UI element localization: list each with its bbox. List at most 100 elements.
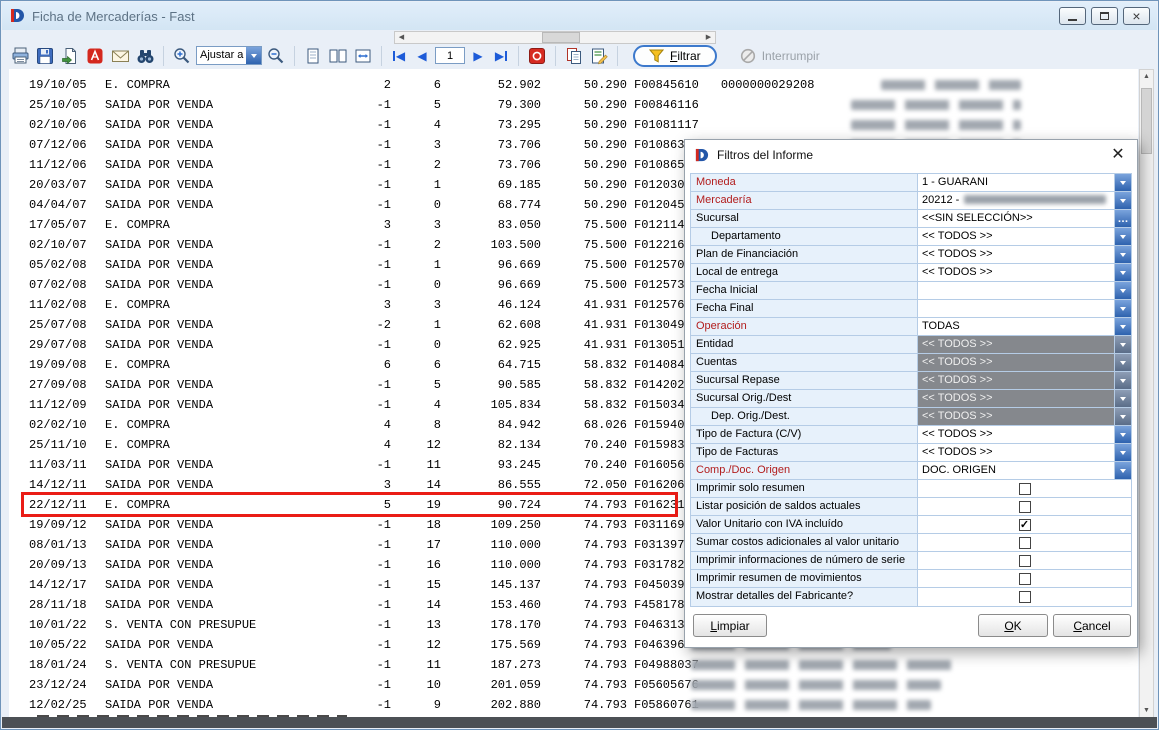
close-button[interactable]: × (1123, 7, 1150, 25)
print-button[interactable] (9, 45, 31, 67)
field-value[interactable]: <<SIN SELECCIÓN>>… (917, 210, 1131, 227)
page-width-view-button[interactable] (352, 45, 374, 67)
field-value[interactable] (917, 588, 1131, 606)
ok-button[interactable]: OK (978, 614, 1048, 637)
dropdown-arrow[interactable] (1114, 174, 1131, 191)
fit-dropdown[interactable]: Ajustar a (196, 46, 262, 65)
checkbox[interactable] (1018, 554, 1031, 567)
zoom-out-button[interactable] (265, 45, 287, 67)
prev-page-button[interactable]: ◀ (412, 46, 432, 66)
maximize-button[interactable] (1091, 7, 1118, 25)
maximize-icon (1100, 12, 1109, 20)
dialog-close-button[interactable]: ✕ (1108, 147, 1128, 163)
scroll-right-icon[interactable]: ▶ (702, 32, 715, 43)
fit-dropdown-arrow[interactable] (246, 47, 261, 64)
scrollbar-thumb[interactable] (542, 32, 580, 43)
dropdown-arrow[interactable] (1114, 462, 1131, 479)
cell-date: 07/12/06 (29, 138, 87, 152)
minimize-button[interactable] (1059, 7, 1086, 25)
filter-button[interactable]: Filtrar (633, 44, 717, 67)
edit-button[interactable] (588, 45, 610, 67)
checkbox[interactable] (1018, 500, 1031, 513)
field-value[interactable]: << TODOS >> (917, 264, 1131, 281)
scroll-down-icon[interactable]: ▼ (1140, 704, 1153, 718)
dropdown-arrow[interactable] (1114, 318, 1131, 335)
scroll-left-icon[interactable]: ◀ (395, 32, 408, 43)
checkbox[interactable] (1018, 536, 1031, 549)
field-value[interactable]: << TODOS >> (917, 336, 1131, 353)
export-button[interactable] (59, 45, 81, 67)
scrollbar-thumb[interactable] (1141, 88, 1152, 154)
dropdown-arrow[interactable] (1114, 426, 1131, 443)
field-value[interactable]: << TODOS >> (917, 246, 1131, 263)
field-value[interactable] (917, 480, 1131, 497)
dropdown-arrow[interactable] (1114, 282, 1131, 299)
field-value[interactable]: << TODOS >> (917, 444, 1131, 461)
field-value[interactable] (917, 300, 1131, 317)
email-button[interactable] (109, 45, 131, 67)
cancel-button[interactable]: Cancel (1053, 614, 1131, 637)
field-value[interactable]: ✓ (917, 516, 1131, 533)
checkbox[interactable] (1018, 482, 1031, 495)
last-page-button[interactable]: ▶ (491, 46, 511, 66)
table-row[interactable]: 18/01/24 S. VENTA CON PRESUPUE -1 11 187.273… (9, 655, 1138, 675)
field-value[interactable] (917, 552, 1131, 569)
table-row[interactable]: 02/10/06 SAIDA POR VENDA -1 4 73.295 50.290 F0… (9, 115, 1138, 135)
checkbox[interactable] (1018, 591, 1031, 603)
scrollbar-track[interactable] (408, 32, 702, 43)
search-button[interactable] (134, 45, 156, 67)
dropdown-arrow[interactable] (1114, 264, 1131, 281)
dropdown-arrow[interactable] (1114, 300, 1131, 317)
scroll-up-icon[interactable]: ▲ (1140, 70, 1153, 84)
vertical-scrollbar[interactable]: ▲ ▼ (1139, 69, 1154, 719)
dropdown-arrow[interactable] (1114, 354, 1131, 371)
dropdown-arrow[interactable] (1114, 372, 1131, 389)
save-button[interactable] (34, 45, 56, 67)
zoom-in-button[interactable] (171, 45, 193, 67)
field-value[interactable]: << TODOS >> (917, 408, 1131, 425)
pdf-button[interactable] (84, 45, 106, 67)
field-value[interactable] (917, 570, 1131, 587)
table-row[interactable]: 12/02/25 SAIDA POR VENDA -1 9 202.880 74.793 F… (9, 695, 1138, 715)
copy-button[interactable] (563, 45, 585, 67)
page-number-input[interactable] (435, 47, 465, 64)
app-logo-icon (694, 148, 710, 163)
next-page-button[interactable]: ▶ (468, 46, 488, 66)
field-value-text: << TODOS >> (922, 356, 993, 368)
cell-cost: 74.793 (583, 678, 627, 692)
field-value[interactable]: << TODOS >> (917, 426, 1131, 443)
dialog-title: Filtros del Informe (717, 148, 814, 162)
table-row[interactable]: 23/12/24 SAIDA POR VENDA -1 10 201.059 74.793… (9, 675, 1138, 695)
table-row[interactable]: 19/10/05 E. COMPRA 2 6 52.902 50.290 F00845610… (9, 75, 1138, 95)
cell-unit-value: 52.902 (497, 78, 541, 92)
field-value[interactable]: << TODOS >> (917, 354, 1131, 371)
chevron-down-icon (1120, 324, 1126, 329)
field-value[interactable] (917, 282, 1131, 299)
ellipsis-button[interactable]: … (1114, 210, 1131, 227)
first-page-button[interactable]: ◀ (389, 46, 409, 66)
field-value[interactable]: 1 - GUARANI (917, 174, 1131, 191)
field-value[interactable] (917, 534, 1131, 551)
checkbox[interactable]: ✓ (1018, 518, 1031, 531)
dropdown-arrow[interactable] (1114, 246, 1131, 263)
limpiar-button[interactable]: Limpiar (693, 614, 767, 637)
dropdown-arrow[interactable] (1114, 336, 1131, 353)
field-value[interactable]: << TODOS >> (917, 390, 1131, 407)
dropdown-arrow[interactable] (1114, 390, 1131, 407)
field-value[interactable] (917, 498, 1131, 515)
field-value[interactable]: DOC. ORIGEN (917, 462, 1131, 479)
checkbox[interactable] (1018, 572, 1031, 585)
dropdown-arrow[interactable] (1114, 228, 1131, 245)
dropdown-arrow[interactable] (1114, 408, 1131, 425)
limpiar-button-label: Limpiar (710, 618, 750, 633)
facing-pages-view-button[interactable] (327, 45, 349, 67)
field-value[interactable]: TODAS (917, 318, 1131, 335)
field-value[interactable]: << TODOS >> (917, 228, 1131, 245)
dropdown-arrow[interactable] (1114, 192, 1131, 209)
field-value[interactable]: 20212 - (917, 192, 1131, 209)
single-page-view-button[interactable] (302, 45, 324, 67)
record-button[interactable] (526, 45, 548, 67)
field-value[interactable]: << TODOS >> (917, 372, 1131, 389)
table-row[interactable]: 25/10/05 SAIDA POR VENDA -1 5 79.300 50.290 F0… (9, 95, 1138, 115)
dropdown-arrow[interactable] (1114, 444, 1131, 461)
